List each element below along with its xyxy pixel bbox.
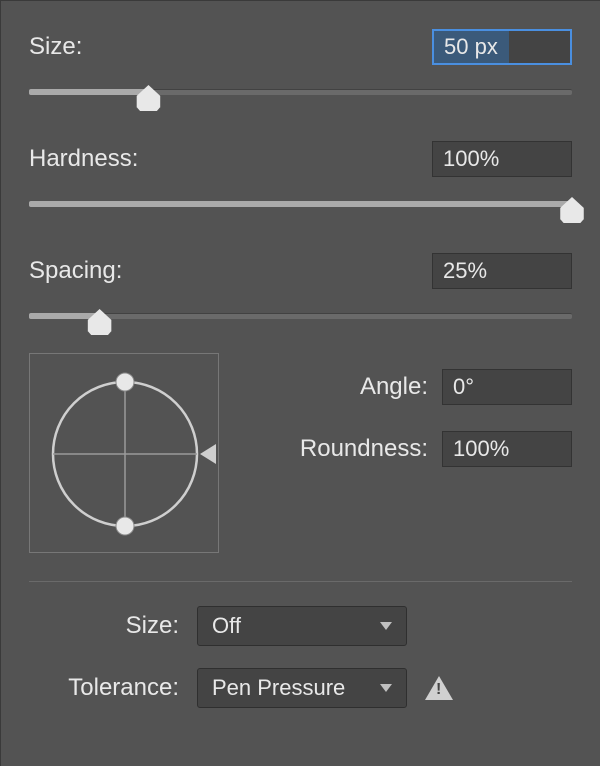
size-input[interactable]: 50 px bbox=[432, 29, 572, 65]
hardness-input[interactable]: 100% bbox=[432, 141, 572, 177]
tolerance-row: Tolerance: Pen Pressure bbox=[29, 668, 572, 708]
size-label: Size: bbox=[29, 33, 82, 61]
spacing-slider[interactable] bbox=[29, 299, 572, 339]
hardness-row: Hardness: 100% bbox=[29, 141, 572, 177]
roundness-row: Roundness: 100% bbox=[239, 431, 572, 467]
divider bbox=[29, 581, 572, 582]
size-slider[interactable] bbox=[29, 75, 572, 115]
spacing-input[interactable]: 25% bbox=[432, 253, 572, 289]
roundness-input[interactable]: 100% bbox=[442, 431, 572, 467]
spacing-slider-track bbox=[29, 313, 572, 319]
angle-input[interactable]: 0° bbox=[442, 369, 572, 405]
dynamic-size-select[interactable]: Off bbox=[197, 606, 407, 646]
hardness-slider[interactable] bbox=[29, 187, 572, 227]
angle-row: Angle: 0° bbox=[239, 369, 572, 405]
chevron-down-icon bbox=[380, 684, 392, 692]
spacing-row: Spacing: 25% bbox=[29, 253, 572, 289]
chevron-down-icon bbox=[380, 622, 392, 630]
tolerance-value: Pen Pressure bbox=[212, 675, 345, 701]
size-row: Size: 50 px bbox=[29, 29, 572, 65]
angle-label: Angle: bbox=[360, 373, 428, 401]
hardness-slider-fill bbox=[29, 201, 572, 207]
dynamic-size-row: Size: Off bbox=[29, 606, 572, 646]
warning-icon bbox=[425, 676, 453, 700]
spacing-label: Spacing: bbox=[29, 257, 122, 285]
tolerance-label: Tolerance: bbox=[29, 674, 179, 702]
tolerance-select[interactable]: Pen Pressure bbox=[197, 668, 407, 708]
angle-fields: Angle: 0° Roundness: 100% bbox=[239, 353, 572, 467]
spacing-slider-fill bbox=[29, 313, 100, 319]
hardness-label: Hardness: bbox=[29, 145, 138, 173]
size-slider-fill bbox=[29, 89, 148, 95]
angle-diagram-icon bbox=[30, 354, 220, 554]
dynamic-size-value: Off bbox=[212, 613, 241, 639]
roundness-label: Roundness: bbox=[300, 435, 428, 463]
angle-section: Angle: 0° Roundness: 100% bbox=[29, 353, 572, 553]
angle-control[interactable] bbox=[29, 353, 219, 553]
dynamic-size-label: Size: bbox=[59, 612, 179, 640]
